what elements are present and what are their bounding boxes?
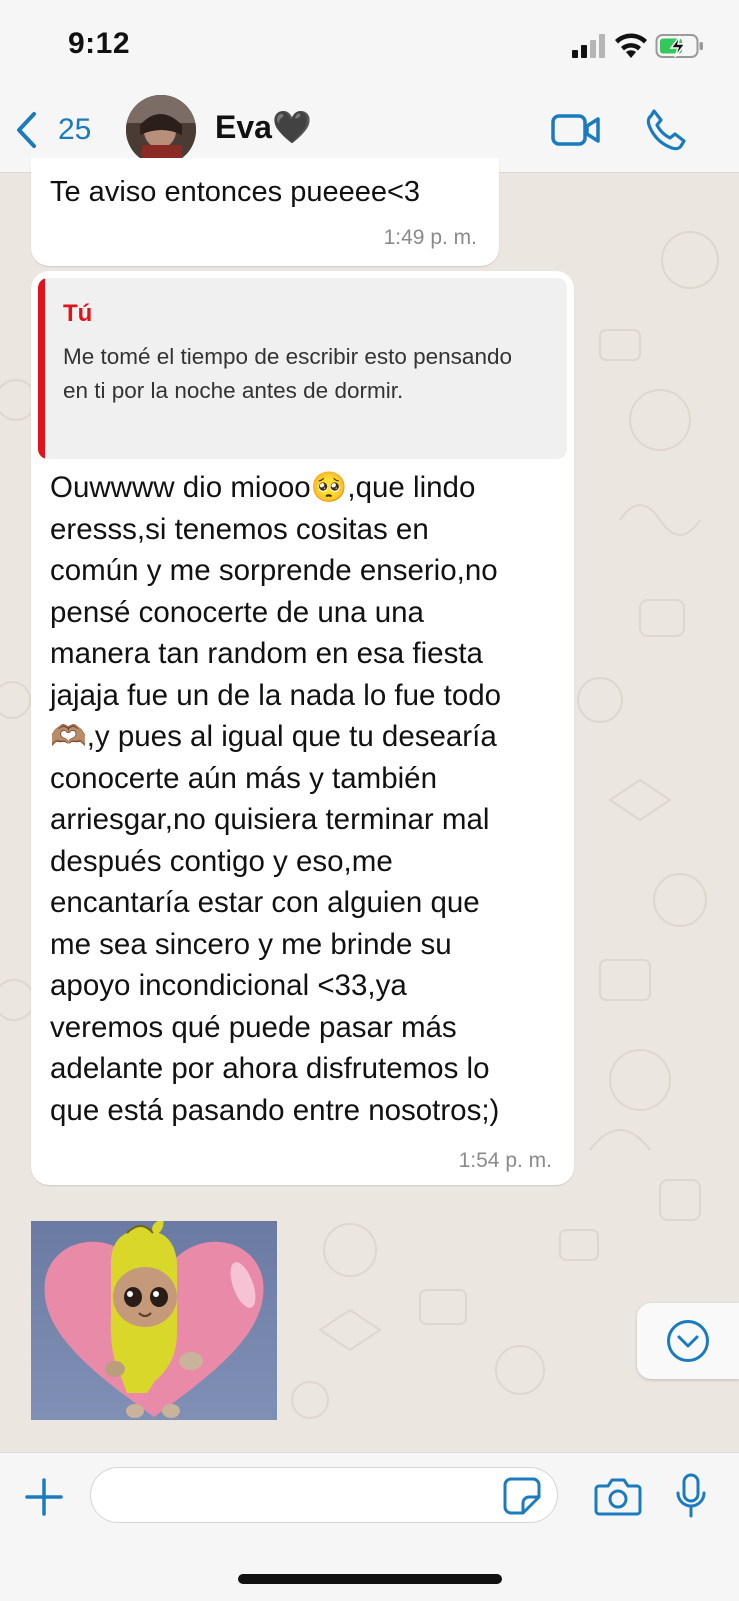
message-line: me sea sincero y me brinde su [50, 927, 452, 961]
message-input[interactable] [90, 1467, 558, 1523]
quote-bar [38, 278, 45, 459]
scroll-to-bottom-button[interactable] [637, 1303, 739, 1379]
sticker-icon[interactable] [503, 1477, 541, 1515]
unread-count: 25 [58, 113, 92, 146]
message-line: 🫶🏽,y pues al igual que tu desearía [50, 720, 497, 753]
message-line: Ouwwww dio miooo🥺,que lindo [50, 471, 476, 504]
signal-icon [572, 34, 605, 58]
status-time: 9:12 [68, 27, 131, 60]
phone-icon[interactable] [644, 107, 688, 151]
message-line: apoyo incondicional <33,ya [50, 969, 407, 1002]
contact-name[interactable]: Eva🖤 [215, 108, 312, 146]
message-text: Ouwwww dio miooo🥺,que lindo eresss,si te… [50, 467, 560, 1131]
message-line: jajaja fue un de la nada lo fue todo [50, 678, 502, 712]
message-line: encantaría estar con alguien que [50, 886, 480, 919]
status-bar: 9:12 [0, 0, 739, 88]
message-line: arriesgar,no quisiera terminar mal [50, 803, 490, 836]
avatar[interactable] [126, 95, 196, 165]
message-line: veremos qué puede pasar más [50, 1010, 457, 1044]
message-line: pensé conocerte de una una [50, 595, 424, 629]
message-text: Te aviso entonces pueeee<3 [50, 176, 421, 208]
message-line: adelante por ahora disfrutemos lo [50, 1052, 490, 1085]
microphone-icon[interactable] [675, 1473, 707, 1519]
battery-charging-icon [655, 34, 703, 58]
banana-cat-heart-sticker[interactable] [31, 1221, 277, 1420]
message-line: después contigo y eso,me [50, 844, 393, 878]
message-bubble[interactable]: Tú Me tomé el tiempo de escribir esto pe… [31, 271, 574, 1185]
quote-author: Tú [63, 300, 93, 327]
message-line: común y me sorprende enserio,no [50, 554, 498, 587]
home-indicator [238, 1574, 502, 1584]
message-line: conocerte aún más y también [50, 761, 437, 795]
message-line: manera tan random en esa fiesta [50, 637, 483, 670]
message-line: que está pasando entre nosotros;) [50, 1093, 500, 1127]
message-bubble[interactable]: Te aviso entonces pueeee<3 1:49 p. m. [31, 158, 499, 266]
camera-icon[interactable] [594, 1477, 642, 1517]
quote-text: Me tomé el tiempo de escribir esto pensa… [63, 344, 512, 403]
video-camera-icon[interactable] [551, 108, 601, 152]
message-time: 1:49 p. m. [383, 226, 477, 249]
plus-icon[interactable] [24, 1477, 64, 1517]
chevron-left-icon [17, 112, 36, 148]
message-time: 1:54 p. m. [458, 1149, 552, 1172]
wifi-icon [615, 33, 647, 58]
back-button[interactable]: 25 [14, 110, 91, 150]
chevron-down-circle-icon [667, 1320, 709, 1362]
message-line: eresss,si tenemos cositas en [50, 512, 429, 546]
quoted-message[interactable]: Tú Me tomé el tiempo de escribir esto pe… [38, 278, 567, 459]
